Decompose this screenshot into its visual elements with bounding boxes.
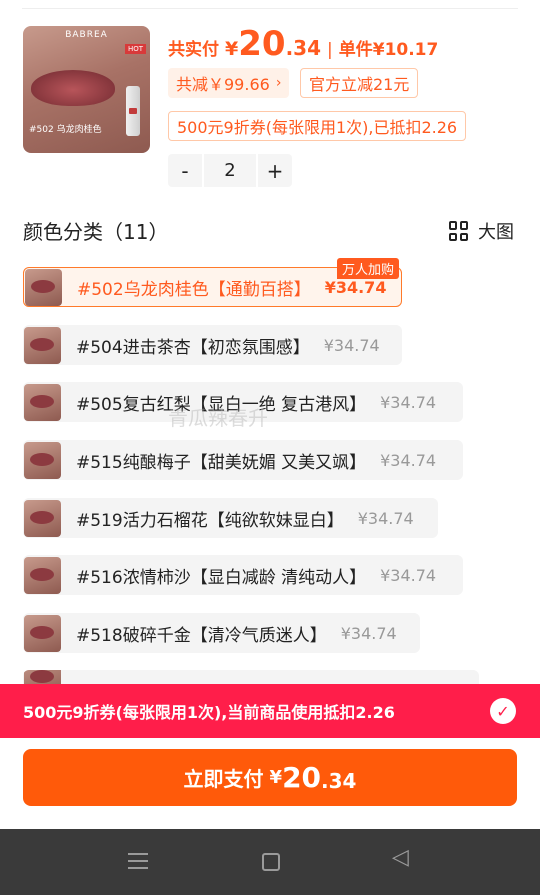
variant-option-515[interactable]: #515纯酿梅子【甜美妩媚 又美又飒】 ¥34.74 — [23, 440, 463, 480]
pay-area: 立即支付 ¥ 20 .34 — [0, 738, 540, 829]
variant-name: #505复古红梨【显白一绝 复古港风】 — [76, 394, 367, 415]
coupon-tag-text: 500元9折券(每张限用1次),已抵扣2.26 — [177, 118, 458, 137]
currency-symbol: ¥ — [225, 38, 239, 60]
official-discount-text: 官方立减21元 — [309, 75, 410, 94]
variant-price: ¥34.74 — [324, 277, 387, 297]
variant-price: ¥34.74 — [380, 392, 437, 412]
variant-price: ¥34.74 — [323, 335, 380, 355]
variant-name: #518破碎千金【清冷气质迷人】 — [76, 625, 327, 646]
decrease-button[interactable]: - — [168, 154, 202, 187]
coupon-bar-text: 500元9折券(每张限用1次),当前商品使用抵扣2.26 — [23, 703, 395, 722]
total-discount-text: 共减￥99.66 — [176, 75, 270, 94]
quantity-stepper: - 2 + — [168, 154, 292, 187]
variant-swatch — [24, 556, 61, 594]
chevron-right-icon: › — [275, 75, 282, 91]
variant-name: #502乌龙肉桂色【通勤百搭】 — [77, 279, 311, 300]
variant-option-504[interactable]: #504进击茶杏【初恋氛围感】 ¥34.74 — [23, 325, 402, 365]
total-discount-tag[interactable]: 共减￥99.66 › — [168, 68, 290, 98]
popular-badge: 万人加购 — [336, 258, 399, 279]
pay-now-button[interactable]: 立即支付 ¥ 20 .34 — [23, 749, 517, 806]
variant-price: ¥34.74 — [380, 450, 437, 470]
variant-price: ¥34.74 — [340, 623, 397, 643]
color-section-title: 颜色分类（11） — [23, 220, 169, 244]
coupon-tag: 500元9折券(每张限用1次),已抵扣2.26 — [168, 111, 467, 141]
unit-price: 单件¥10.17 — [338, 40, 439, 60]
large-image-label: 大图 — [478, 222, 514, 243]
lipstick-tube-illustration — [126, 86, 140, 136]
quantity-input[interactable]: 2 — [202, 154, 258, 187]
coupon-applied-bar[interactable]: 500元9折券(每张限用1次),当前商品使用抵扣2.26 ✓ — [0, 684, 540, 738]
variant-name: #504进击茶杏【初恋氛围感】 — [76, 337, 310, 358]
increase-button[interactable]: + — [258, 154, 292, 187]
variant-option-partial[interactable] — [23, 670, 479, 684]
variant-swatch — [24, 383, 61, 421]
check-icon[interactable]: ✓ — [490, 698, 516, 724]
price-separator: | — [327, 40, 333, 60]
variant-swatch — [25, 268, 62, 306]
brand-logo: BABREA — [65, 30, 108, 40]
product-image[interactable]: BABREA HOT #502 乌龙肉桂色 — [23, 26, 150, 153]
variant-swatch — [24, 670, 61, 684]
variant-name: #515纯酿梅子【甜美妩媚 又美又飒】 — [76, 452, 367, 473]
price-line: 共实付 ¥ 20 .34 | 单件¥10.17 — [168, 24, 438, 64]
variant-option-505[interactable]: #505复古红梨【显白一绝 复古港风】 ¥34.74 — [23, 382, 463, 422]
variant-price: ¥34.74 — [380, 565, 437, 585]
variant-swatch — [24, 441, 61, 479]
actual-pay-label: 共实付 — [168, 40, 219, 60]
lips-illustration — [31, 70, 115, 106]
variant-name: #516浓情柿沙【显白减龄 清纯动人】 — [76, 567, 367, 588]
variant-swatch — [24, 614, 61, 652]
home-icon[interactable] — [262, 853, 280, 871]
variant-option-518[interactable]: #518破碎千金【清冷气质迷人】 ¥34.74 — [23, 613, 420, 653]
actual-price-integer: 20 — [238, 24, 286, 64]
top-divider — [22, 8, 518, 9]
hot-badge: HOT — [124, 44, 146, 54]
pay-amount-integer: 20 — [282, 761, 322, 794]
large-image-toggle[interactable]: 大图 — [449, 218, 514, 244]
image-shade-label: #502 乌龙肉桂色 — [29, 125, 102, 135]
menu-icon[interactable] — [128, 853, 148, 869]
variant-option-502[interactable]: #502乌龙肉桂色【通勤百搭】 ¥34.74 万人加购 — [23, 258, 402, 307]
system-navigation-bar: ◁ — [0, 829, 540, 895]
official-discount-tag: 官方立减21元 — [300, 68, 419, 98]
variant-price: ¥34.74 — [357, 508, 414, 528]
variant-option-519[interactable]: #519活力石榴花【纯欲软妹显白】 ¥34.74 — [23, 498, 438, 538]
pay-now-label: 立即支付 — [183, 767, 264, 791]
variant-option-516[interactable]: #516浓情柿沙【显白减龄 清纯动人】 ¥34.74 — [23, 555, 463, 595]
grid-icon — [449, 221, 469, 241]
variant-name: #519活力石榴花【纯欲软妹显白】 — [76, 510, 344, 531]
pay-amount-decimal: .34 — [321, 768, 357, 793]
variant-swatch — [24, 326, 61, 364]
actual-price-decimal: .34 — [285, 36, 321, 60]
pay-currency-symbol: ¥ — [269, 767, 283, 788]
variant-swatch — [24, 499, 61, 537]
back-icon[interactable]: ◁ — [392, 847, 409, 869]
